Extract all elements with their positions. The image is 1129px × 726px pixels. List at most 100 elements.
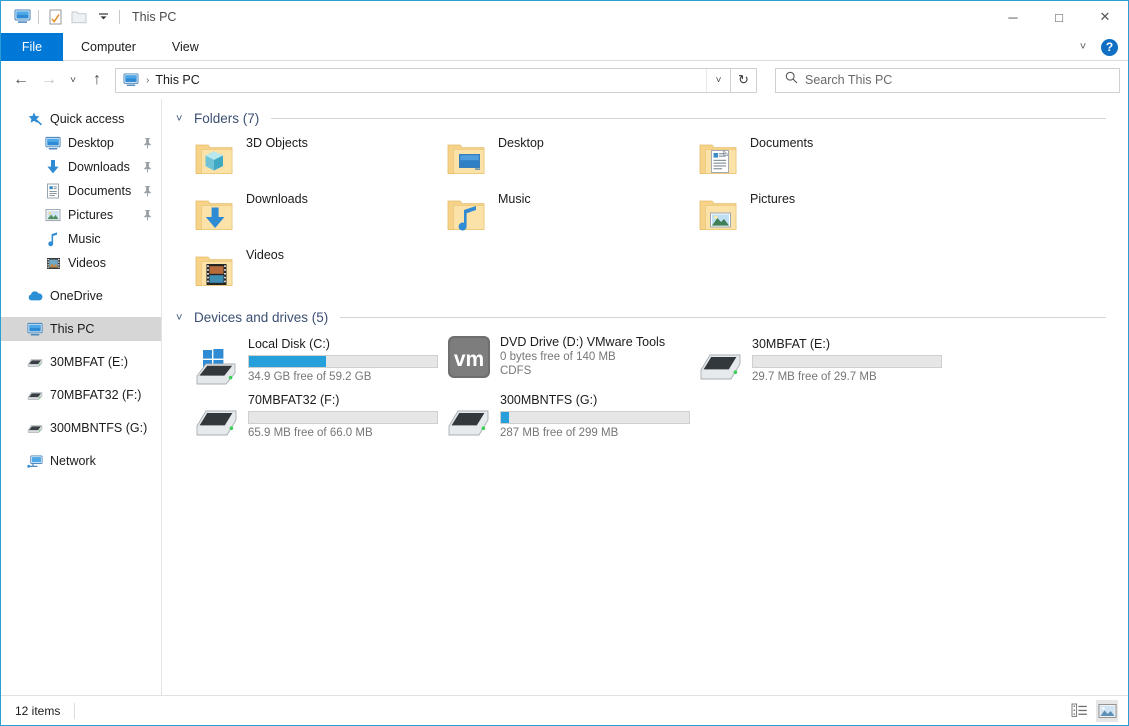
details-view-icon[interactable] <box>1068 700 1090 722</box>
folder-3d-objects-icon <box>194 140 236 180</box>
sidebar-item-music[interactable]: Music <box>1 227 161 251</box>
sidebar-item-label: Pictures <box>68 208 114 222</box>
svg-text:vm: vm <box>454 348 484 371</box>
sidebar-item-documents[interactable]: Documents <box>1 179 161 203</box>
tab-view[interactable]: View <box>154 33 217 61</box>
network-icon <box>27 453 43 469</box>
window-title: This PC <box>132 9 177 24</box>
sidebar-item-70mbfat32-f[interactable]: 70MBFAT32 (F:) <box>1 383 161 407</box>
view-mode-buttons <box>1068 699 1118 722</box>
maximize-button[interactable]: □ <box>1036 1 1082 33</box>
status-divider <box>74 702 76 719</box>
drive-tile[interactable]: Local Disk (C:) 34.9 GB free of 59.2 GB <box>172 331 438 387</box>
folders-group-header[interactable]: ˅ Folders (7) <box>172 111 1118 126</box>
folder-tile-label: 3D Objects <box>246 136 308 150</box>
sidebar-item-onedrive[interactable]: OneDrive <box>1 284 161 308</box>
folder-tile[interactable]: Videos <box>172 244 424 300</box>
group-divider <box>340 317 1106 318</box>
drive-capacity-text: 29.7 MB free of 29.7 MB <box>752 371 877 383</box>
folder-tile[interactable]: Pictures <box>676 188 928 244</box>
large-icons-view-icon[interactable] <box>1096 699 1118 722</box>
pin-icon[interactable] <box>141 137 153 149</box>
search-box[interactable]: Search This PC <box>775 67 1120 93</box>
up-button[interactable]: ↑ <box>83 66 111 94</box>
folder-tile[interactable]: Music <box>424 188 676 244</box>
folder-desktop-icon <box>446 140 488 180</box>
properties-icon[interactable] <box>43 5 67 29</box>
sidebar-item-label: 30MBFAT (E:) <box>50 355 129 369</box>
ribbon-right-controls: ˅ ? <box>1073 33 1124 61</box>
drive-tile[interactable]: 70MBFAT32 (F:) 65.9 MB free of 66.0 MB <box>172 387 438 443</box>
window-body: Quick access Desktop Downloads Documents… <box>1 99 1128 695</box>
sidebar-item-network[interactable]: Network <box>1 449 161 473</box>
folder-tile[interactable]: Downloads <box>172 188 424 244</box>
pin-icon[interactable] <box>141 185 153 197</box>
sidebar-item-this-pc[interactable]: This PC <box>1 317 161 341</box>
sidebar-item-quick-access[interactable]: Quick access <box>1 107 161 131</box>
folder-tile[interactable]: Desktop <box>424 132 676 188</box>
drive-tile[interactable]: 30MBFAT (E:) 29.7 MB free of 29.7 MB <box>676 331 942 387</box>
monitor-icon[interactable] <box>10 5 34 29</box>
tab-file[interactable]: File <box>1 33 63 61</box>
sidebar-item-pictures[interactable]: Pictures <box>1 203 161 227</box>
customize-chevron-icon[interactable] <box>91 5 115 29</box>
address-dropdown-icon[interactable]: ˅ <box>706 68 730 92</box>
minimize-button[interactable]: ─ <box>990 1 1036 33</box>
folder-pictures-icon <box>698 196 740 236</box>
breadcrumb-separator: › <box>146 74 150 86</box>
chevron-down-icon[interactable]: ˅ <box>176 312 188 324</box>
item-count: 12 items <box>15 703 61 718</box>
help-icon[interactable]: ? <box>1101 38 1118 56</box>
sidebar-item-30mbfat-e[interactable]: 30MBFAT (E:) <box>1 350 161 374</box>
drive-capacity-bar <box>248 411 438 424</box>
pictures-icon <box>45 207 61 223</box>
sidebar-item-downloads[interactable]: Downloads <box>1 155 161 179</box>
address-bar[interactable]: › This PC ˅ <box>115 67 731 93</box>
folder-music-icon <box>446 196 488 236</box>
sidebar-item-300mbntfs-g[interactable]: 300MBNTFS (G:) <box>1 416 161 440</box>
recent-locations-button[interactable]: ˅ <box>63 66 83 94</box>
pin-icon[interactable] <box>141 161 153 173</box>
drive-icon <box>27 354 43 370</box>
drive-info: Local Disk (C:) 34.9 GB free of 59.2 GB <box>248 335 438 383</box>
drive-capacity-fill <box>249 356 327 367</box>
status-bar: 12 items <box>1 695 1128 725</box>
breadcrumb-path[interactable]: This PC <box>155 73 199 87</box>
drive-tile[interactable]: vm DVD Drive (D:) VMware Tools 0 bytes fre… <box>424 331 676 387</box>
documents-icon <box>45 183 61 199</box>
folder-documents-icon <box>698 140 740 180</box>
devices-grid: Local Disk (C:) 34.9 GB free of 59.2 GB v… <box>172 331 1118 443</box>
drive-name: 70MBFAT32 (F:) <box>248 393 340 407</box>
sidebar-item-label: Quick access <box>50 112 125 126</box>
new-folder-icon[interactable] <box>67 5 91 29</box>
folder-tile[interactable]: Documents <box>676 132 928 188</box>
tab-computer[interactable]: Computer <box>63 33 154 61</box>
folder-videos-icon <box>194 252 236 292</box>
refresh-button[interactable]: ↻ <box>731 67 757 93</box>
sidebar-item-videos[interactable]: Videos <box>1 251 161 275</box>
sidebar-item-label: Network <box>50 454 96 468</box>
chevron-down-icon[interactable]: ˅ <box>1073 41 1093 53</box>
close-button[interactable]: ✕ <box>1082 1 1128 33</box>
sidebar-item-label: OneDrive <box>50 289 103 303</box>
devices-group-header[interactable]: ˅ Devices and drives (5) <box>172 310 1118 325</box>
chevron-down-icon[interactable]: ˅ <box>176 113 188 125</box>
back-button[interactable]: ← <box>7 66 35 94</box>
folder-tile[interactable]: 3D Objects <box>172 132 424 188</box>
sidebar-item-label: Downloads <box>68 160 130 174</box>
onedrive-icon <box>27 288 43 304</box>
forward-button[interactable]: → <box>35 66 63 94</box>
pin-icon[interactable] <box>141 209 153 221</box>
drive-tile[interactable]: 300MBNTFS (G:) 287 MB free of 299 MB <box>424 387 690 443</box>
removable-drive-icon <box>446 399 492 443</box>
music-icon <box>45 231 61 247</box>
removable-drive-icon <box>698 343 744 387</box>
search-input[interactable]: Search This PC <box>805 73 892 87</box>
sidebar-item-desktop[interactable]: Desktop <box>1 131 161 155</box>
breadcrumb[interactable]: › This PC <box>116 72 706 88</box>
drive-capacity-text: 34.9 GB free of 59.2 GB <box>248 371 372 383</box>
